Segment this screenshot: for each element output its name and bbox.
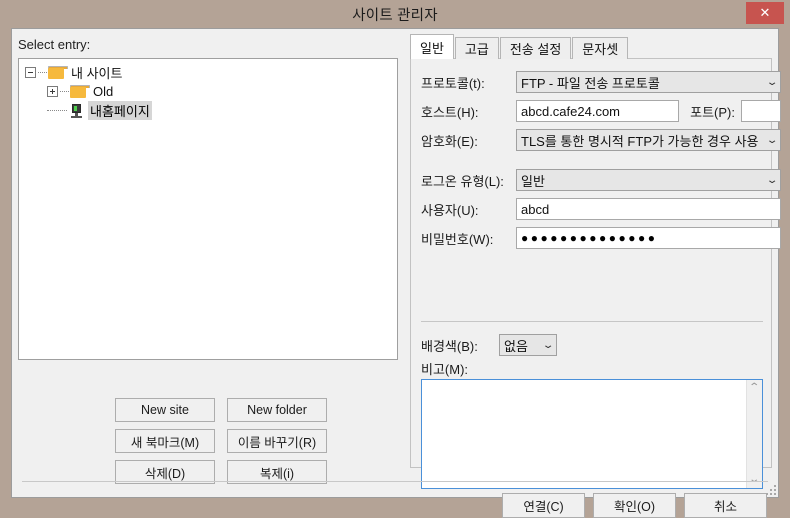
encryption-row: 암호화(E): TLS를 통한 명시적 FTP가 가능한 경우 사용 ⌄	[421, 129, 781, 151]
encryption-value: TLS를 통한 명시적 FTP가 가능한 경우 사용	[521, 133, 759, 149]
password-label: 비밀번호(W):	[421, 231, 494, 247]
new-bookmark-button[interactable]: 새 북마크(M)	[115, 429, 215, 453]
site-tree[interactable]: 내 사이트 Old 내홈페이지	[18, 58, 398, 360]
tree-item-old[interactable]: Old	[19, 82, 397, 101]
rename-button[interactable]: 이름 바꾸기(R)	[227, 429, 327, 453]
chevron-down-icon: ⌄	[765, 76, 779, 88]
host-label: 호스트(H):	[421, 104, 479, 120]
background-color-row: 배경색(B): 없음 ⌄	[421, 334, 557, 356]
ok-button[interactable]: 확인(O)	[593, 493, 676, 518]
chevron-down-icon: ⌄	[765, 174, 779, 186]
tree-connector	[60, 91, 69, 92]
background-color-select[interactable]: 없음 ⌄	[499, 334, 557, 356]
comments-scrollbar[interactable]: ⌃ ⌄	[746, 380, 762, 488]
dialog-action-buttons: 연결(C) 확인(O) 취소	[502, 493, 767, 518]
chevron-down-icon: ⌄	[765, 134, 779, 146]
protocol-row: 프로토콜(t): FTP - 파일 전송 프로토콜 ⌄	[421, 71, 781, 93]
left-pane: Select entry: 내 사이트 Old 내홈페이지 New site N…	[15, 31, 403, 484]
host-row: 호스트(H): 포트(P):	[421, 100, 781, 122]
select-entry-label: Select entry:	[18, 37, 91, 52]
background-color-value: 없음	[504, 338, 528, 354]
new-site-button[interactable]: New site	[115, 398, 215, 422]
server-icon	[70, 103, 83, 118]
background-color-label: 배경색(B):	[421, 338, 478, 354]
cancel-button[interactable]: 취소	[684, 493, 767, 518]
user-row: 사용자(U):	[421, 198, 781, 220]
logon-type-row: 로그온 유형(L): 일반 ⌄	[421, 169, 781, 191]
logon-type-label: 로그온 유형(L):	[421, 173, 504, 189]
port-input[interactable]	[741, 100, 781, 122]
folder-icon	[48, 66, 68, 79]
new-folder-button[interactable]: New folder	[227, 398, 327, 422]
tab-transfer-settings[interactable]: 전송 설정	[499, 37, 572, 59]
scroll-down-icon[interactable]: ⌄	[749, 472, 761, 488]
section-divider	[421, 321, 763, 322]
chevron-down-icon: ⌄	[541, 339, 555, 351]
user-input[interactable]	[516, 198, 781, 220]
titlebar: 사이트 관리자 ✕	[0, 0, 790, 28]
tree-item-label: 내 사이트	[71, 66, 123, 81]
tab-strip: 일반 고급 전송 설정 문자셋	[410, 34, 629, 59]
expand-expander-icon[interactable]	[47, 86, 58, 97]
logon-type-value: 일반	[521, 173, 545, 189]
tab-advanced[interactable]: 고급	[454, 37, 499, 59]
user-label: 사용자(U):	[421, 202, 479, 218]
dialog-client-area: Select entry: 내 사이트 Old 내홈페이지 New site N…	[11, 28, 781, 518]
right-pane: 일반 고급 전송 설정 문자셋 프로토콜(t): FTP - 파일 전송 프로토…	[406, 31, 781, 489]
logon-type-select[interactable]: 일반 ⌄	[516, 169, 781, 191]
resize-grip[interactable]	[764, 483, 776, 495]
tree-item-label: 내홈페이지	[88, 101, 152, 120]
host-input[interactable]	[516, 100, 679, 122]
tree-action-buttons: New site New folder 새 북마크(M) 이름 바꾸기(R) 삭…	[115, 398, 340, 484]
folder-icon	[70, 85, 90, 98]
tree-connector	[47, 110, 67, 111]
password-row: 비밀번호(W): ●●●●●●●●●●●●●●	[421, 227, 781, 249]
scroll-up-icon[interactable]: ⌃	[749, 380, 761, 396]
tree-item-my-sites[interactable]: 내 사이트	[19, 63, 397, 82]
tree-connector	[38, 72, 47, 73]
tree-item-label: Old	[93, 84, 114, 99]
tab-panel-general: 프로토콜(t): FTP - 파일 전송 프로토콜 ⌄ 호스트(H): 포트(P…	[410, 58, 781, 489]
collapse-expander-icon[interactable]	[25, 67, 36, 78]
port-label: 포트(P):	[690, 104, 735, 120]
close-icon[interactable]: ✕	[746, 2, 784, 24]
connect-button[interactable]: 연결(C)	[502, 493, 585, 518]
comments-box[interactable]: ⌃ ⌄	[421, 379, 763, 489]
comments-label: 비고(M):	[421, 362, 469, 377]
encryption-label: 암호화(E):	[421, 133, 478, 149]
tab-general[interactable]: 일반	[410, 34, 454, 59]
bottom-divider	[22, 481, 768, 482]
tree-item-my-homepage[interactable]: 내홈페이지	[19, 101, 397, 120]
protocol-label: 프로토콜(t):	[421, 75, 485, 91]
protocol-select[interactable]: FTP - 파일 전송 프로토콜 ⌄	[516, 71, 781, 93]
password-value: ●●●●●●●●●●●●●●	[521, 231, 658, 245]
tab-charset[interactable]: 문자셋	[572, 37, 629, 59]
encryption-select[interactable]: TLS를 통한 명시적 FTP가 가능한 경우 사용 ⌄	[516, 129, 781, 151]
site-manager-window: 사이트 관리자 ✕ Select entry: 내 사이트 Old 내홈페이지 …	[0, 0, 790, 518]
protocol-value: FTP - 파일 전송 프로토콜	[521, 75, 660, 91]
comments-textarea[interactable]	[422, 380, 746, 488]
password-input[interactable]: ●●●●●●●●●●●●●●	[516, 227, 781, 249]
window-title: 사이트 관리자	[352, 7, 438, 24]
